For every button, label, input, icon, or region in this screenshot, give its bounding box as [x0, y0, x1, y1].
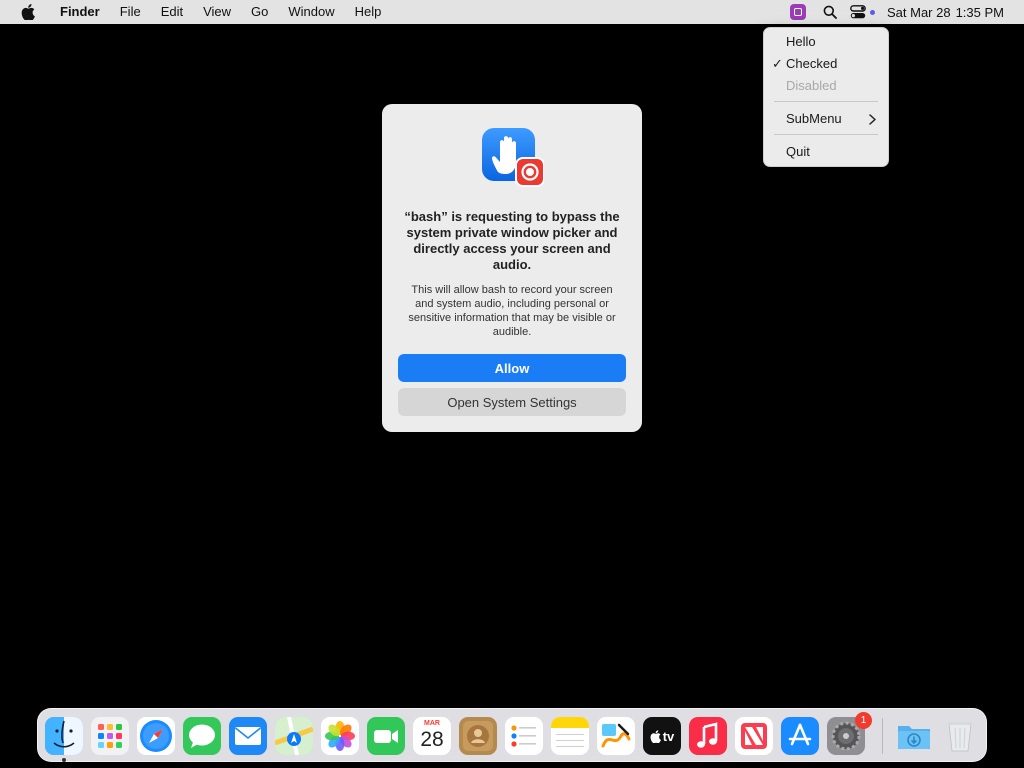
messages-icon[interactable] — [183, 717, 221, 755]
status-item-menu: Hello ✓ Checked Disabled SubMenu Quit — [763, 27, 889, 167]
finder-icon[interactable] — [45, 717, 83, 755]
calendar-month: MAR — [424, 720, 440, 727]
privacy-hand-icon — [482, 128, 545, 190]
apple-menu-icon[interactable] — [20, 4, 36, 20]
finder-running-indicator — [62, 758, 66, 762]
menu-item-label: Disabled — [786, 78, 837, 93]
menu-item-checked[interactable]: ✓ Checked — [764, 54, 888, 74]
maps-icon[interactable] — [275, 717, 313, 755]
open-system-settings-button[interactable]: Open System Settings — [398, 388, 626, 416]
freeform-icon[interactable] — [597, 717, 635, 755]
checkmark-icon: ✓ — [772, 56, 783, 71]
contacts-icon[interactable] — [459, 717, 497, 755]
menubar-clock[interactable]: Sat Mar 28 1:35 PM — [887, 5, 1024, 20]
calendar-icon[interactable]: MAR 28 — [413, 717, 451, 755]
downloads-folder-icon[interactable] — [895, 717, 933, 755]
notes-icon[interactable] — [551, 717, 589, 755]
spotlight-search-icon[interactable] — [820, 2, 840, 22]
dock: MAR 28 tv 1 — [37, 708, 987, 762]
menu-help[interactable]: Help — [345, 0, 392, 24]
dialog-title: “bash” is requesting to bypass the syste… — [404, 209, 620, 272]
trash-icon[interactable] — [941, 717, 979, 755]
menu-item-disabled: Disabled — [764, 76, 888, 96]
menu-bar: Finder File Edit View Go Window Help Sat… — [0, 0, 1024, 24]
clock-time: 1:35 PM — [955, 4, 1004, 20]
menu-item-label: SubMenu — [786, 111, 842, 126]
app-store-icon[interactable] — [781, 717, 819, 755]
menu-edit[interactable]: Edit — [151, 0, 193, 24]
music-icon[interactable] — [689, 717, 727, 755]
settings-notification-badge: 1 — [855, 712, 872, 729]
screen-recording-permission-dialog: “bash” is requesting to bypass the syste… — [382, 104, 642, 432]
tv-label: tv — [662, 728, 675, 744]
dialog-message: This will allow bash to record your scre… — [408, 284, 616, 338]
facetime-icon[interactable] — [367, 717, 405, 755]
menu-go[interactable]: Go — [241, 0, 278, 24]
control-center-icon[interactable] — [848, 2, 868, 22]
menu-window[interactable]: Window — [278, 0, 344, 24]
photos-icon[interactable] — [321, 717, 359, 755]
menu-file[interactable]: File — [110, 0, 151, 24]
menu-item-label: Quit — [786, 144, 810, 159]
menu-separator — [774, 101, 878, 102]
menu-item-label: Checked — [786, 56, 838, 71]
safari-icon[interactable] — [137, 717, 175, 755]
menu-view[interactable]: View — [193, 0, 241, 24]
mail-icon[interactable] — [229, 717, 267, 755]
clock-date: Sat Mar 28 — [886, 4, 951, 20]
allow-button[interactable]: Allow — [398, 354, 626, 382]
recording-indicator-dot — [869, 9, 875, 15]
menu-separator — [774, 134, 878, 135]
menu-finder[interactable]: Finder — [50, 0, 110, 24]
dock-separator — [882, 718, 883, 754]
tv-icon[interactable]: tv — [643, 717, 681, 755]
news-icon[interactable] — [735, 717, 773, 755]
launchpad-icon[interactable] — [91, 717, 129, 755]
chevron-right-icon — [869, 109, 876, 130]
reminders-icon[interactable] — [505, 717, 543, 755]
calendar-day: 28 — [420, 728, 444, 751]
menu-item-quit[interactable]: Quit — [764, 142, 888, 162]
menu-item-submenu[interactable]: SubMenu — [764, 109, 888, 129]
menu-item-label: Hello — [786, 34, 816, 49]
status-app-icon[interactable] — [789, 4, 806, 20]
menu-item-hello[interactable]: Hello — [764, 32, 888, 52]
